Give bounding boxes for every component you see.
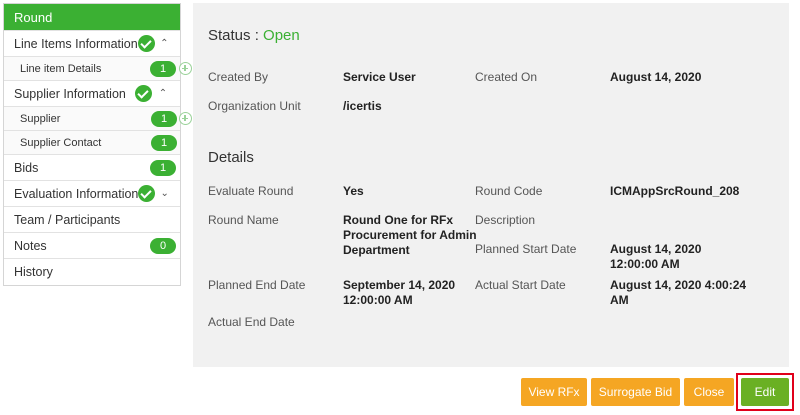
status-line: Status : Open <box>208 27 300 44</box>
actual-end-label: Actual End Date <box>208 315 295 329</box>
add-icon[interactable] <box>179 62 192 75</box>
count-badge: 1 <box>151 110 177 127</box>
chevron-up-icon[interactable]: ⌃ <box>156 88 170 99</box>
edit-button[interactable]: Edit <box>741 378 789 406</box>
count-badge: 0 <box>150 237 176 254</box>
count-badge: 1 <box>150 60 176 77</box>
org-unit-label: Organization Unit <box>208 99 301 113</box>
check-icon <box>137 35 155 52</box>
actual-start-line: August 14, 2020 4:00:24 <box>610 278 747 292</box>
planned-start-label: Planned Start Date <box>475 242 577 256</box>
planned-start-line: 12:00:00 AM <box>610 257 680 271</box>
sidebar-item-label: Supplier Information <box>14 86 126 101</box>
round-name-line: Procurement for Admin <box>343 228 477 242</box>
sidebar-item-label: Supplier Contact <box>20 136 102 149</box>
round-name-line: Round One for RFx <box>343 213 453 227</box>
org-unit-value: /icertis <box>343 99 382 113</box>
sidebar-item-label: Supplier <box>20 112 61 125</box>
count-badge: 1 <box>151 134 177 151</box>
sidebar-item-label: Evaluation Information <box>14 186 139 201</box>
planned-start-value: August 14, 2020 12:00:00 AM <box>610 242 701 272</box>
actual-start-line: AM <box>610 293 629 307</box>
sidebar-item-bids[interactable]: Bids 1 <box>4 155 180 181</box>
check-icon <box>135 85 152 102</box>
created-on-label: Created On <box>475 70 538 84</box>
sidebar-item-label: Team / Participants <box>14 212 121 227</box>
status-label: Status : <box>208 27 259 44</box>
add-icon[interactable] <box>179 112 192 125</box>
planned-start-line: August 14, 2020 <box>610 242 702 256</box>
sidebar-item-label: Notes <box>14 238 47 253</box>
sidebar-item-supplier-contact[interactable]: Supplier Contact 1 <box>4 131 180 155</box>
planned-end-line: 12:00:00 AM <box>343 293 413 307</box>
actual-start-value: August 14, 2020 4:00:24 AM <box>610 278 746 308</box>
surrogate-bid-button[interactable]: Surrogate Bid <box>591 378 680 406</box>
sidebar-item-label: Line item Details <box>20 62 102 75</box>
created-by-label: Created By <box>208 70 269 84</box>
details-title: Details <box>208 149 254 166</box>
sidebar-item-line-item-details[interactable]: Line item Details 1 <box>4 57 192 81</box>
sidebar-item-round[interactable]: Round <box>4 4 180 31</box>
sidebar-item-label: Line Items Information <box>14 36 138 51</box>
sidebar-item-line-items[interactable]: Line Items Information ⌃ <box>4 31 180 57</box>
sidebar-nav: Round Line Items Information ⌃ Line item… <box>3 3 192 286</box>
round-code-value: ICMAppSrcRound_208 <box>610 184 740 198</box>
sidebar-item-history[interactable]: History <box>4 259 180 285</box>
planned-end-value: September 14, 2020 12:00:00 AM <box>343 278 455 308</box>
details-panel: Status : Open Created By Service User Cr… <box>193 3 789 367</box>
round-name-line: Department <box>343 243 410 257</box>
round-code-label: Round Code <box>475 184 543 198</box>
count-badge: 1 <box>150 159 176 176</box>
description-label: Description <box>475 213 536 227</box>
chevron-up-icon[interactable]: ⌃ <box>159 38 170 49</box>
sidebar-item-team[interactable]: Team / Participants <box>4 207 180 233</box>
close-button[interactable]: Close <box>684 378 734 406</box>
actual-start-label: Actual Start Date <box>475 278 566 292</box>
status-value: Open <box>263 27 300 44</box>
sidebar-item-notes[interactable]: Notes 0 <box>4 233 180 259</box>
created-by-value: Service User <box>343 70 416 84</box>
sidebar-item-supplier[interactable]: Supplier 1 <box>4 107 192 131</box>
evaluate-round-label: Evaluate Round <box>208 184 294 198</box>
planned-end-line: September 14, 2020 <box>343 278 456 292</box>
check-icon <box>138 185 156 202</box>
sidebar-item-evaluation[interactable]: Evaluation Information ⌄ <box>4 181 180 207</box>
planned-end-label: Planned End Date <box>208 278 306 292</box>
view-rfx-button[interactable]: View RFx <box>521 378 587 406</box>
evaluate-round-value: Yes <box>343 184 364 198</box>
sidebar-item-label: History <box>14 265 53 279</box>
created-on-value: August 14, 2020 <box>610 70 702 84</box>
sidebar-item-label: Bids <box>14 160 39 175</box>
chevron-down-icon[interactable]: ⌄ <box>159 188 170 199</box>
sidebar-item-supplier-info[interactable]: Supplier Information ⌃ <box>4 81 180 107</box>
round-name-value: Round One for RFx Procurement for Admin … <box>343 213 477 258</box>
round-name-label: Round Name <box>208 213 279 227</box>
sidebar-item-label: Round <box>14 9 53 25</box>
